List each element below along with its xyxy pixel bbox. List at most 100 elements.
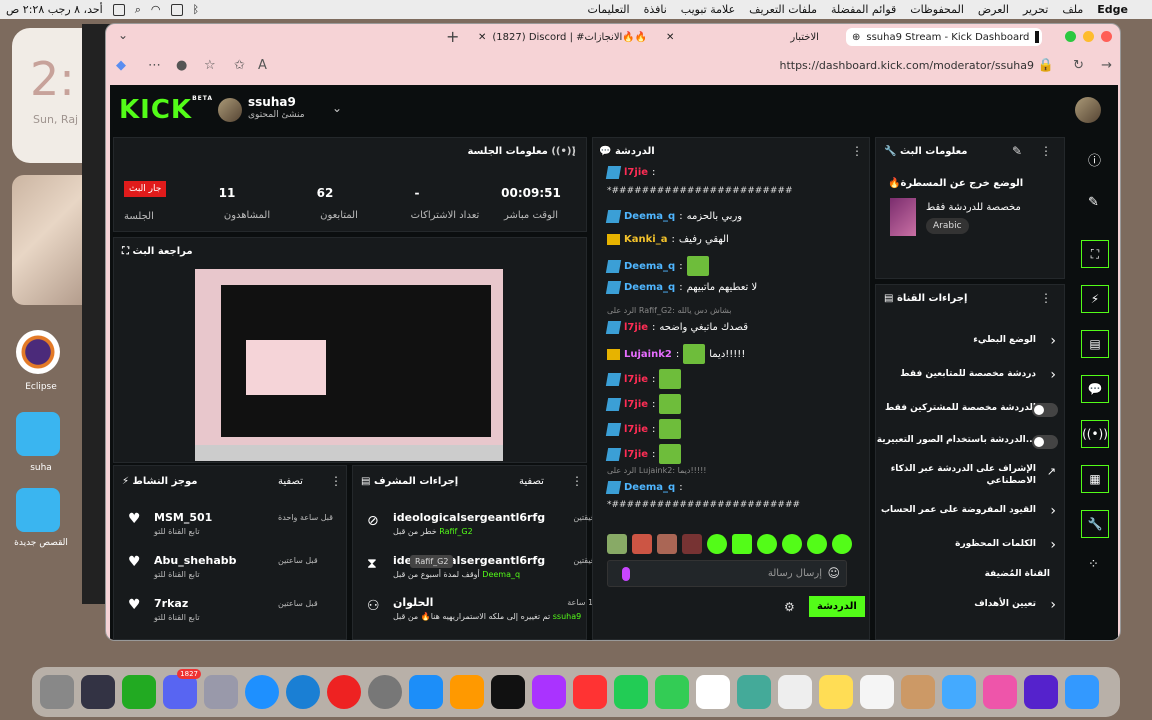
- chevron-down-icon[interactable]: ⌄: [332, 101, 342, 115]
- close-icon[interactable]: ✕: [478, 32, 486, 43]
- copilot-icon[interactable]: ◆: [116, 58, 126, 73]
- reminders-icon[interactable]: [778, 675, 812, 709]
- broadcast-button[interactable]: ((•)): [1081, 420, 1109, 448]
- emote-button[interactable]: [657, 534, 677, 554]
- chat-username[interactable]: Deema_q: [624, 282, 675, 293]
- reload-icon[interactable]: ↻: [1073, 58, 1084, 73]
- safari-icon[interactable]: [245, 675, 279, 709]
- contacts-icon[interactable]: [901, 675, 935, 709]
- chat-username[interactable]: l7jie: [624, 374, 648, 385]
- stream-preview-video[interactable]: [195, 269, 503, 461]
- menu-item-file[interactable]: ملف: [1062, 3, 1083, 16]
- siri-icon[interactable]: [1024, 675, 1058, 709]
- chat-username[interactable]: Deema_q: [624, 482, 675, 493]
- books-icon[interactable]: [450, 675, 484, 709]
- maps-icon[interactable]: [737, 675, 771, 709]
- edge-icon[interactable]: [286, 675, 320, 709]
- window-close-button[interactable]: [1101, 31, 1112, 42]
- ai-moderation-item[interactable]: الإشراف على الدردشة عبر الذكاء الاصطناعي…: [884, 461, 1060, 489]
- screenshot-app-icon[interactable]: [81, 675, 115, 709]
- messages-icon[interactable]: [655, 675, 689, 709]
- menu-item-favorites[interactable]: قوائم المفضلة: [831, 3, 896, 16]
- account-age-item[interactable]: القيود المفروضة على عمر الحساب ›: [881, 503, 1060, 523]
- more-menu-icon[interactable]: ⋮: [1040, 291, 1052, 305]
- menu-item-edit[interactable]: تحرير: [1023, 3, 1048, 16]
- subscribers-only-toggle[interactable]: [1032, 403, 1058, 417]
- info-icon[interactable]: ⓘ: [1088, 150, 1101, 169]
- emoji-icon[interactable]: ☺: [827, 566, 840, 580]
- emote-button[interactable]: [782, 534, 802, 554]
- finder-icon[interactable]: [1065, 675, 1099, 709]
- more-menu-icon[interactable]: ⋮: [330, 474, 342, 488]
- discord-app-icon[interactable]: 1827: [163, 669, 201, 709]
- window-zoom-button[interactable]: [1065, 31, 1076, 42]
- moderator-link[interactable]: ssuha9: [553, 612, 581, 621]
- menubar-clock[interactable]: أحد، ٨ رجب ٢:٢٨ ص: [6, 3, 103, 16]
- host-channel-item[interactable]: القناة المُضيفة: [884, 567, 1060, 587]
- set-goals-item[interactable]: تعيين الأهداف ›: [884, 597, 1060, 617]
- emote-button[interactable]: [707, 534, 727, 554]
- chat-input[interactable]: إرسال رسالة ☺: [607, 560, 847, 587]
- lightning-button[interactable]: ⚡: [1081, 285, 1109, 313]
- menu-item-profiles[interactable]: ملفات التعريف: [749, 3, 817, 16]
- control-center-icon[interactable]: [112, 3, 125, 16]
- layout-button[interactable]: ▦: [1081, 465, 1109, 493]
- read-aloud-icon[interactable]: A: [258, 58, 267, 73]
- emote-button[interactable]: [732, 534, 752, 554]
- mod-actions-filter[interactable]: تصفية: [519, 476, 544, 487]
- emote-button[interactable]: [632, 534, 652, 554]
- settings-icon[interactable]: [368, 675, 402, 709]
- app-store-icon[interactable]: [409, 675, 443, 709]
- menu-item-window[interactable]: نافذة: [644, 3, 667, 16]
- opera-icon[interactable]: [327, 675, 361, 709]
- bluetooth-icon[interactable]: ᛒ: [193, 3, 200, 16]
- eclipse-app-icon[interactable]: [16, 330, 60, 374]
- window-minimize-button[interactable]: [1083, 31, 1094, 42]
- tab-list-chevron-icon[interactable]: ⌄: [112, 28, 134, 46]
- add-favorite-icon[interactable]: ✩: [234, 58, 245, 73]
- chat-settings-gear-icon[interactable]: ⚙: [784, 600, 795, 614]
- wrench-button[interactable]: 🔧: [1081, 510, 1109, 538]
- followers-only-item[interactable]: دردشة مخصصة للمتابعين فقط ›: [884, 367, 1060, 387]
- more-menu-icon[interactable]: ⋮: [571, 474, 583, 488]
- new-tab-button[interactable]: +: [446, 27, 459, 46]
- chat-username[interactable]: l7jie: [624, 399, 648, 410]
- chat-username[interactable]: Deema_q: [624, 261, 675, 272]
- more-icon[interactable]: ⋯: [148, 58, 161, 73]
- menu-item-tab[interactable]: علامة تبويب: [681, 3, 735, 16]
- moderator-link[interactable]: Rafif_G2: [439, 527, 472, 536]
- avatar[interactable]: [218, 98, 242, 122]
- preview-app-icon[interactable]: [204, 675, 238, 709]
- more-menu-icon[interactable]: ⋮: [1040, 144, 1052, 158]
- favorites-icon[interactable]: ☆: [204, 58, 216, 73]
- podcasts-icon[interactable]: [532, 675, 566, 709]
- chat-button[interactable]: 💬: [1081, 375, 1109, 403]
- close-icon[interactable]: ✕: [666, 32, 674, 43]
- more-menu-icon[interactable]: ⋮: [851, 144, 863, 158]
- chat-username[interactable]: l7jie: [624, 449, 648, 460]
- profile-icon[interactable]: ●: [176, 58, 187, 73]
- chat-username[interactable]: l7jie: [624, 322, 648, 333]
- chat-username[interactable]: Deema_q: [624, 211, 675, 222]
- apps-icon[interactable]: ⁘: [1088, 557, 1099, 572]
- emote-button[interactable]: [682, 534, 702, 554]
- folder-icon[interactable]: [16, 412, 60, 456]
- emote-button[interactable]: [832, 534, 852, 554]
- url-field[interactable]: https://dashboard.kick.com/moderator/ssu…: [779, 59, 1034, 72]
- trash-icon[interactable]: [40, 675, 74, 709]
- emote-button[interactable]: [607, 534, 627, 554]
- edit-pencil-icon[interactable]: ✎: [1012, 144, 1022, 158]
- microphone-icon[interactable]: [622, 567, 630, 581]
- tab-discord[interactable]: ✕ (1827) Discord | #الانجازات🔥🔥: [478, 28, 648, 46]
- kick-logo[interactable]: KICKBETA: [119, 95, 213, 125]
- edit-icon[interactable]: ✎: [1088, 195, 1099, 210]
- menu-item-view[interactable]: العرض: [978, 3, 1009, 16]
- user-avatar[interactable]: [1075, 97, 1101, 123]
- facetime-icon[interactable]: [614, 675, 648, 709]
- calendar-icon[interactable]: [860, 675, 894, 709]
- tab-kick-dashboard[interactable]: ⊕ ssuha9 Stream - Kick Dashboard: [846, 28, 1042, 46]
- mail-icon[interactable]: [942, 675, 976, 709]
- banned-words-item[interactable]: الكلمات المحظورة ›: [884, 537, 1060, 557]
- chat-username[interactable]: Lujaink2: [624, 349, 672, 360]
- emote-only-toggle[interactable]: [1032, 435, 1058, 449]
